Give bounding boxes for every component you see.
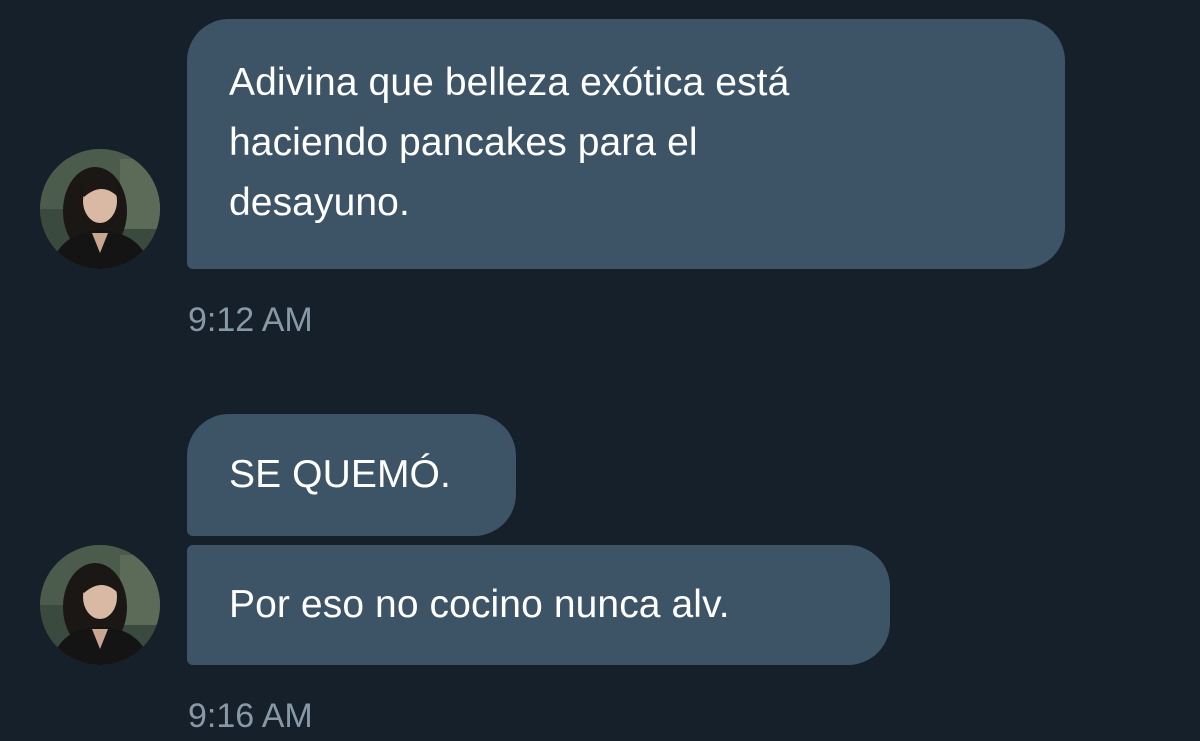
message-text: Por eso no cocino nunca alv. bbox=[229, 583, 730, 626]
message-timestamp: 9:16 AM bbox=[188, 697, 313, 735]
message-line: desayuno. bbox=[229, 181, 410, 224]
avatar[interactable] bbox=[40, 149, 160, 269]
message-bubble[interactable]: Adivina que belleza exótica está haciend… bbox=[187, 19, 1065, 269]
message-bubble[interactable]: Por eso no cocino nunca alv. bbox=[187, 545, 890, 665]
message-bubble[interactable]: SE QUEMÓ. bbox=[187, 414, 516, 536]
message-line: haciendo pancakes para el bbox=[229, 121, 698, 164]
message-line: Adivina que belleza exótica está bbox=[229, 61, 790, 104]
dm-conversation: Adivina que belleza exótica está haciend… bbox=[0, 0, 1200, 741]
message-timestamp: 9:12 AM bbox=[188, 301, 313, 339]
avatar-photo-icon bbox=[40, 149, 160, 269]
avatar[interactable] bbox=[40, 545, 160, 665]
avatar-photo-icon bbox=[40, 545, 160, 665]
message-text: SE QUEMÓ. bbox=[229, 453, 451, 496]
